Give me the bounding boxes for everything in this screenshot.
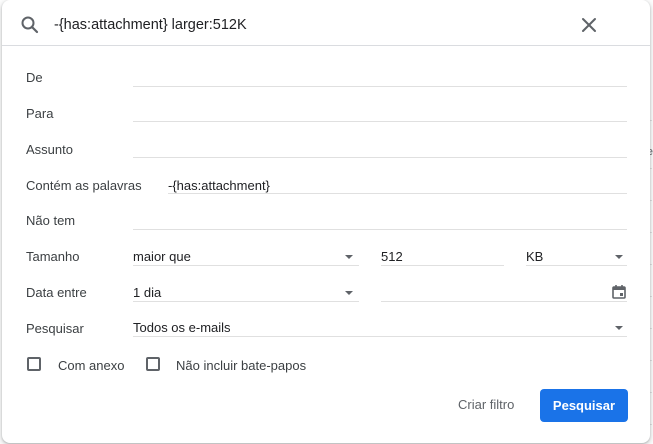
has-words-field[interactable]: -{has:attachment} (168, 178, 270, 193)
size-operator-select[interactable]: maior que (133, 249, 191, 264)
subject-label: Assunto (26, 142, 73, 157)
date-range-underline (133, 301, 359, 302)
has-attachment-checkbox[interactable] (27, 357, 41, 371)
calendar-icon[interactable] (611, 284, 627, 300)
search-icon[interactable] (20, 15, 40, 35)
date-range-select[interactable]: 1 dia (133, 285, 161, 300)
advanced-search-panel: -{has:attachment} larger:512K De Para As… (2, 0, 650, 443)
exclude-chats-label: Não incluir bate-papos (176, 358, 307, 373)
search-query-input[interactable]: -{has:attachment} larger:512K (54, 17, 247, 33)
search-in-underline (133, 336, 627, 337)
size-unit-chevron-down-icon[interactable] (615, 255, 623, 259)
size-unit-select[interactable]: KB (526, 249, 543, 264)
search-button[interactable]: Pesquisar (540, 389, 628, 422)
date-label: Data entre (26, 285, 87, 300)
size-value-input[interactable]: 512 (381, 249, 403, 264)
date-input[interactable] (381, 301, 627, 302)
to-field[interactable] (133, 121, 627, 122)
has-attachment-label: Com anexo (58, 358, 125, 373)
search-in-select[interactable]: Todos os e-mails (133, 320, 231, 335)
doesnt-have-field[interactable] (133, 229, 627, 230)
doesnt-have-label: Não tem (26, 213, 76, 228)
create-filter-button[interactable]: Criar filtro (454, 389, 518, 421)
from-field[interactable] (133, 86, 627, 87)
close-icon[interactable] (581, 17, 597, 33)
exclude-chats-checkbox[interactable] (146, 357, 160, 371)
date-range-chevron-down-icon[interactable] (345, 291, 353, 295)
size-unit-underline (526, 265, 627, 266)
has-words-label: Contém as palavras (26, 178, 142, 193)
to-label: Para (26, 106, 54, 121)
search-bar: -{has:attachment} larger:512K (2, 0, 650, 46)
size-value-underline (381, 265, 504, 266)
from-label: De (26, 70, 43, 85)
size-operator-underline (133, 265, 359, 266)
search-in-chevron-down-icon[interactable] (615, 326, 623, 330)
size-operator-chevron-down-icon[interactable] (345, 255, 353, 259)
has-words-underline (168, 193, 627, 194)
size-label: Tamanho (26, 249, 80, 264)
subject-field[interactable] (133, 157, 627, 158)
search-in-label: Pesquisar (26, 321, 84, 336)
